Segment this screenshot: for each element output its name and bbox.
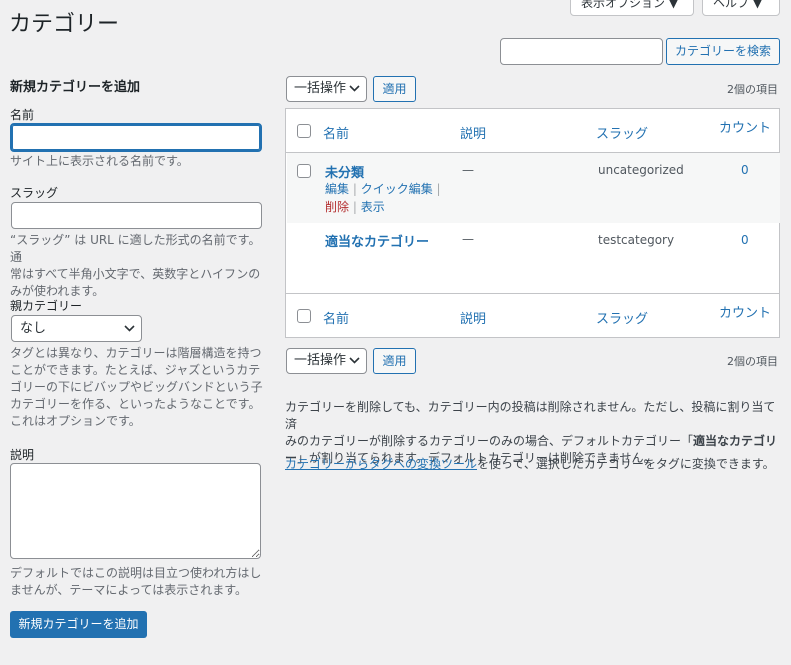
item-count-top: 2個の項目 [727, 83, 778, 96]
select-all-checkbox-footer[interactable] [297, 309, 311, 323]
category-tag-converter-link[interactable]: カテゴリーからタグへの変換ツール [285, 457, 477, 471]
add-category-button[interactable]: 新規カテゴリーを追加 [10, 611, 147, 638]
bulk-action-value: 一括操作 [294, 81, 347, 96]
category-description: — [462, 232, 474, 246]
category-slug: uncategorized [598, 163, 684, 177]
slug-field[interactable] [11, 202, 262, 229]
column-footer-description: 説明 [460, 312, 487, 327]
help-button[interactable]: ヘルプ ▼ [702, 0, 780, 16]
select-all-checkbox[interactable] [297, 124, 311, 138]
page-title: カテゴリー [9, 12, 120, 37]
category-slug: testcategory [598, 233, 675, 247]
name-field[interactable] [10, 123, 262, 152]
footer-divider [286, 293, 779, 294]
quick-edit-link[interactable]: クイック編集 [361, 182, 433, 196]
name-help: サイト上に表示される名前です。 [10, 154, 189, 168]
description-label: 説明 [10, 448, 35, 462]
column-header-slug[interactable]: スラッグ [596, 123, 648, 142]
column-footer-name[interactable]: 名前 [323, 308, 349, 327]
parent-category-select[interactable]: なし [11, 315, 142, 342]
screen-options-button[interactable]: 表示オプション ▼ [570, 0, 694, 16]
parent-category-help: タグとは異なり、カテゴリーは階層構造を持つ ことができます。たとえば、ジャズとい… [10, 346, 263, 428]
slug-help: “スラッグ” は URL に適した形式の名前です。通 常はすべて半角小文字で、英… [10, 233, 261, 298]
column-header-description: 説明 [460, 127, 487, 142]
add-category-heading: 新規カテゴリーを追加 [10, 80, 141, 95]
category-name-link[interactable]: 適当なカテゴリー [325, 231, 429, 250]
item-count-bottom: 2個の項目 [727, 355, 778, 368]
category-count-link[interactable]: 0 [741, 163, 749, 177]
bulk-action-select-bottom[interactable]: 一括操作 [286, 348, 367, 374]
name-label: 名前 [10, 108, 35, 122]
categories-table: 名前 説明 スラッグ カウント 未分類 — uncategorized 0 編集… [285, 108, 780, 338]
parent-category-value: なし [20, 321, 47, 336]
search-input[interactable] [500, 38, 663, 65]
description-textarea[interactable] [10, 463, 261, 559]
column-header-name[interactable]: 名前 [323, 123, 349, 142]
column-footer-count[interactable]: カウント [719, 302, 771, 321]
delete-link[interactable]: 削除 [325, 200, 349, 214]
category-description: — [462, 163, 474, 177]
row-checkbox[interactable] [297, 164, 311, 178]
column-header-count[interactable]: カウント [719, 117, 771, 136]
chevron-down-icon [349, 349, 360, 383]
bulk-action-select-top[interactable]: 一括操作 [286, 76, 367, 102]
bulk-action-value: 一括操作 [294, 353, 347, 368]
category-name-link[interactable]: 未分類 [325, 162, 364, 181]
search-categories-button[interactable]: カテゴリーを検索 [666, 38, 780, 65]
row-actions: 編集 | クイック編集 | 削除 | 表示 [325, 182, 441, 214]
view-link[interactable]: 表示 [361, 200, 385, 214]
chevron-down-icon [349, 77, 360, 111]
apply-button-bottom[interactable]: 適用 [373, 348, 416, 374]
parent-category-label: 親カテゴリー [10, 299, 83, 313]
slug-label: スラッグ [10, 186, 59, 200]
column-footer-slug[interactable]: スラッグ [596, 308, 648, 327]
edit-link[interactable]: 編集 [325, 182, 349, 196]
converter-note: カテゴリーからタグへの変換ツールを使って、選択したカテゴリーをタグに変換できます… [285, 457, 775, 471]
description-help: デフォルトではこの説明は目立つ使われ方はし ませんが、テーマによっては表示されま… [10, 566, 262, 597]
category-count-link[interactable]: 0 [741, 233, 749, 247]
apply-button-top[interactable]: 適用 [373, 76, 416, 102]
